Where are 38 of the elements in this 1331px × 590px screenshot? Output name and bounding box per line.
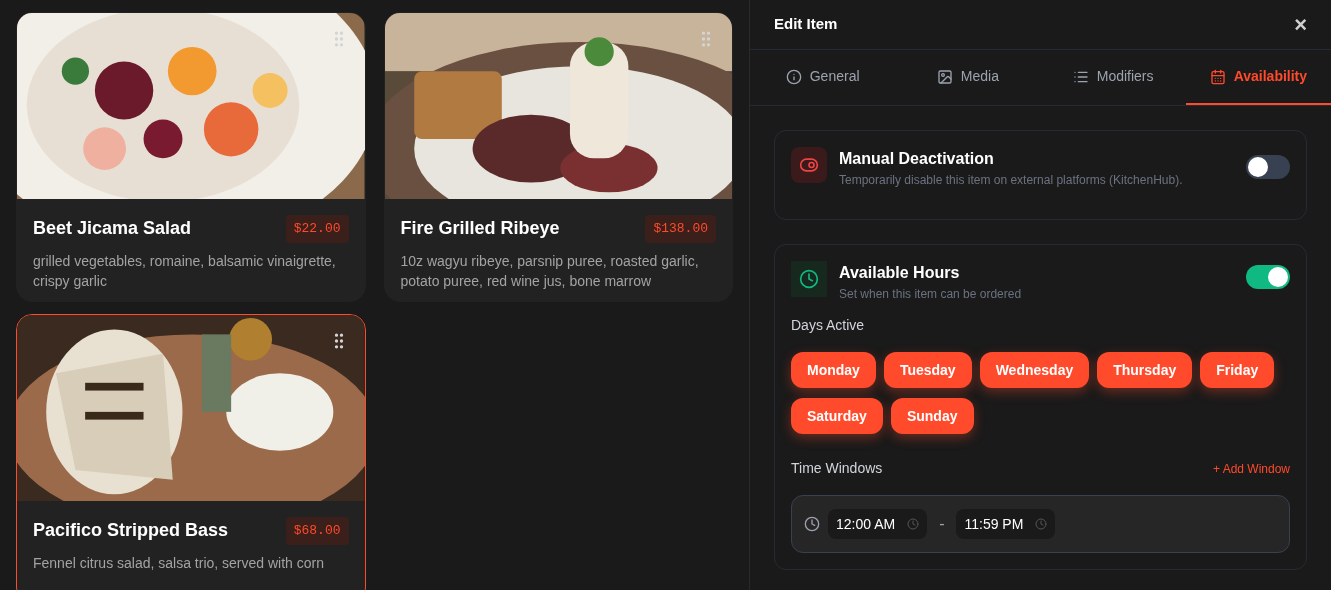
section-subtitle: Temporarily disable this item on external platforms (KitchenHub). [839, 172, 1184, 189]
price-tag: $68.00 [285, 517, 349, 545]
section-title: Manual Deactivation [839, 149, 995, 169]
toggle-switch[interactable] [1246, 265, 1290, 289]
price-tag: $138.00 [645, 215, 716, 243]
image-icon [936, 68, 953, 85]
tab[interactable]: General [750, 50, 896, 105]
section-subtitle: Set when this item can be ordered [839, 286, 1023, 303]
info-icon [785, 68, 802, 85]
add-window-link[interactable]: + Add Window [1212, 459, 1290, 478]
time-separator: - [938, 514, 946, 534]
calendar-icon [1209, 68, 1226, 85]
item-description: Fennel citrus salad, salsa trio, served with corn [33, 553, 325, 573]
menu-card[interactable]: Pacifico Stripped Bass $68.00 Fennel citrus salad, salsa trio, served with corn [16, 314, 366, 590]
close-button[interactable]: × [1294, 13, 1307, 36]
item-description: grilled vegetables, romaine, balsamic vinaigrette, crispy garlic [33, 251, 337, 291]
clock-icon[interactable] [1035, 518, 1048, 530]
toggle-switch[interactable] [1246, 155, 1290, 179]
time-input[interactable]: 12:00 AM [828, 509, 928, 539]
windows-label: Time Windows [791, 459, 883, 478]
item-name: Fire Grilled Ribeye [400, 217, 560, 241]
time-input[interactable]: 11:59 PM [956, 509, 1056, 539]
panel-title: Edit Item [774, 14, 838, 35]
item-name: Beet Jicama Salad [33, 217, 192, 241]
tab[interactable]: Modifiers [1040, 50, 1186, 105]
menu-card[interactable]: Fire Grilled Ribeye $138.00 10z wagyu ribeye, parsnip puree, roasted garlic, potato puree, red wine jus, bone marrow [383, 12, 733, 302]
tab[interactable]: Media [895, 50, 1041, 105]
clock-icon[interactable] [907, 518, 920, 530]
toggle-icon [791, 147, 827, 183]
section-title: Available Hours [839, 263, 961, 283]
item-name: Pacifico Stripped Bass [33, 519, 229, 543]
days-label: Days Active [791, 316, 866, 335]
menu-card[interactable]: Beet Jicama Salad $22.00 grilled vegetables, romaine, balsamic vinaigrette, crispy garlic [16, 12, 366, 302]
clock-icon [791, 261, 827, 297]
clock-icon [804, 516, 820, 532]
item-description: 10z wagyu ribeye, parsnip puree, roasted garlic, potato puree, red wine jus, bone marrow [400, 251, 700, 291]
price-tag: $22.00 [285, 215, 349, 243]
tab[interactable]: Availability [1185, 50, 1331, 105]
